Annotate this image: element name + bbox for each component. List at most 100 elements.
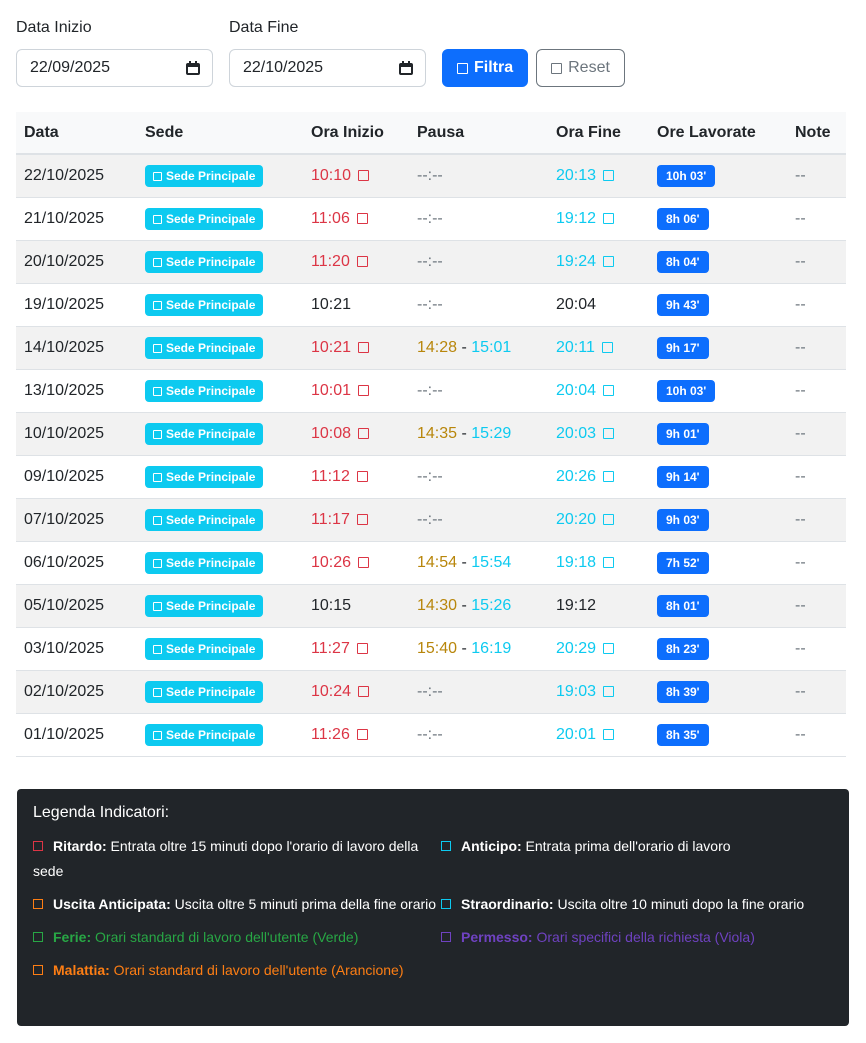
- legend-key: Uscita Anticipata:: [53, 896, 171, 912]
- hours-badge: 9h 14': [657, 465, 709, 488]
- building-icon: [153, 644, 162, 654]
- date-value: 19/10/2025: [24, 295, 105, 313]
- date-cell: 05/10/2025: [16, 584, 137, 628]
- start-time: 11:27: [311, 639, 350, 657]
- end-cell: 20:26: [548, 455, 649, 499]
- date-value: 20/10/2025: [24, 252, 105, 270]
- pause-start: 14:28: [417, 338, 458, 356]
- legend-grid: Ritardo: Entrata oltre 15 minuti dopo l'…: [33, 834, 833, 983]
- calendar-icon[interactable]: [186, 61, 200, 75]
- note-value: --: [795, 682, 806, 700]
- sede-cell: Sede Principale: [137, 412, 303, 456]
- start-cell: 10:24: [303, 670, 409, 714]
- hours-badge: 8h 23': [657, 637, 709, 660]
- start-cell: 11:26: [303, 713, 409, 757]
- pause-cell: --:--: [409, 670, 548, 714]
- note-cell: --: [787, 713, 846, 757]
- start-cell: 11:17: [303, 498, 409, 542]
- legend-item: Malattia: Orari standard di lavoro dell'…: [33, 958, 437, 983]
- note-cell: --: [787, 627, 846, 671]
- col-header-notes[interactable]: Note: [787, 112, 846, 155]
- building-icon: [153, 601, 162, 611]
- hours-cell: 7h 52': [649, 541, 787, 585]
- col-header-sede[interactable]: Sede: [137, 112, 303, 155]
- sede-badge: Sede Principale: [145, 551, 264, 574]
- sede-cell: Sede Principale: [137, 154, 303, 198]
- hours-cell: 9h 03': [649, 498, 787, 542]
- pause-separator: -: [457, 338, 472, 356]
- col-header-hours[interactable]: Ore Lavorate: [649, 112, 787, 155]
- col-header-date[interactable]: Data: [16, 112, 137, 155]
- start-date-input[interactable]: 22/09/2025: [16, 49, 213, 87]
- col-header-start[interactable]: Ora Inizio: [303, 112, 409, 155]
- end-cell: 20:11: [548, 326, 649, 370]
- pause-empty: --:--: [417, 725, 443, 743]
- note-value: --: [795, 467, 806, 485]
- legend-item: Anticipo: Entrata prima dell'orario di l…: [441, 834, 837, 884]
- table-row: 01/10/2025 Sede Principale 11:26 --:-- 20:01…: [16, 713, 846, 757]
- end-cell: 19:12: [548, 584, 649, 628]
- note-value: --: [795, 338, 806, 356]
- note-cell: --: [787, 283, 846, 327]
- hours-badge: 8h 06': [657, 207, 709, 230]
- end-date-value: 22/10/2025: [243, 59, 324, 76]
- start-time: 11:06: [311, 209, 350, 227]
- hours-cell: 8h 04': [649, 240, 787, 284]
- col-header-pause[interactable]: Pausa: [409, 112, 548, 155]
- legend-key: Anticipo:: [461, 838, 522, 854]
- start-cell: 11:20: [303, 240, 409, 284]
- building-icon: [153, 172, 162, 182]
- hours-badge: 8h 01': [657, 594, 709, 617]
- pause-empty: --:--: [417, 682, 443, 700]
- pause-start: 14:54: [417, 553, 458, 571]
- late-indicator-icon: [356, 470, 368, 482]
- start-cell: 11:12: [303, 455, 409, 499]
- filter-button-label: Filtra: [474, 59, 514, 76]
- start-time: 10:24: [311, 682, 352, 700]
- end-date-input[interactable]: 22/10/2025: [229, 49, 426, 87]
- pause-end: 16:19: [471, 639, 512, 657]
- legend-item: Ritardo: Entrata oltre 15 minuti dopo l'…: [33, 834, 437, 884]
- table-row: 06/10/2025 Sede Principale 10:26 14:54 - 15…: [16, 541, 846, 585]
- reset-button[interactable]: Reset: [536, 49, 625, 87]
- hours-cell: 10h 03': [649, 369, 787, 413]
- sede-badge: Sede Principale: [145, 637, 264, 660]
- late-indicator-icon: [358, 685, 370, 697]
- end-time: 19:03: [556, 682, 597, 700]
- building-icon: [153, 730, 162, 740]
- overtime-indicator-icon: [603, 170, 615, 182]
- end-time: 20:29: [556, 639, 597, 657]
- legend-square-icon: [33, 841, 43, 852]
- pause-cell: 14:35 - 15:29: [409, 412, 548, 456]
- end-date-label: Data Fine: [229, 19, 299, 36]
- date-cell: 09/10/2025: [16, 455, 137, 499]
- legend-item: Straordinario: Uscita oltre 10 minuti do…: [441, 892, 837, 917]
- sede-badge: Sede Principale: [145, 293, 264, 316]
- date-value: 09/10/2025: [24, 467, 105, 485]
- hours-cell: 8h 06': [649, 197, 787, 241]
- legend-panel: Legenda Indicatori: Ritardo: Entrata olt…: [17, 789, 849, 1026]
- sede-cell: Sede Principale: [137, 197, 303, 241]
- late-indicator-icon: [356, 212, 368, 224]
- hours-badge: 8h 04': [657, 250, 709, 273]
- sede-badge: Sede Principale: [145, 594, 264, 617]
- sede-label: Sede Principale: [166, 297, 256, 312]
- date-value: 02/10/2025: [24, 682, 105, 700]
- late-indicator-icon: [356, 728, 368, 740]
- calendar-icon[interactable]: [399, 61, 413, 75]
- end-time: 20:11: [556, 338, 595, 356]
- pause-cell: --:--: [409, 283, 548, 327]
- sede-cell: Sede Principale: [137, 455, 303, 499]
- legend-text: Orari standard di lavoro dell'utente (Ar…: [109, 962, 404, 978]
- start-cell: 11:27: [303, 627, 409, 671]
- note-cell: --: [787, 670, 846, 714]
- hours-badge: 9h 43': [657, 293, 709, 316]
- filter-button[interactable]: Filtra: [442, 49, 529, 87]
- date-value: 22/10/2025: [24, 166, 105, 184]
- sede-cell: Sede Principale: [137, 584, 303, 628]
- legend-text: Entrata prima dell'orario di lavoro: [521, 838, 731, 854]
- col-header-end[interactable]: Ora Fine: [548, 112, 649, 155]
- sede-label: Sede Principale: [166, 598, 256, 613]
- legend-text: Uscita oltre 10 minuti dopo la fine orar…: [553, 896, 805, 912]
- sede-cell: Sede Principale: [137, 670, 303, 714]
